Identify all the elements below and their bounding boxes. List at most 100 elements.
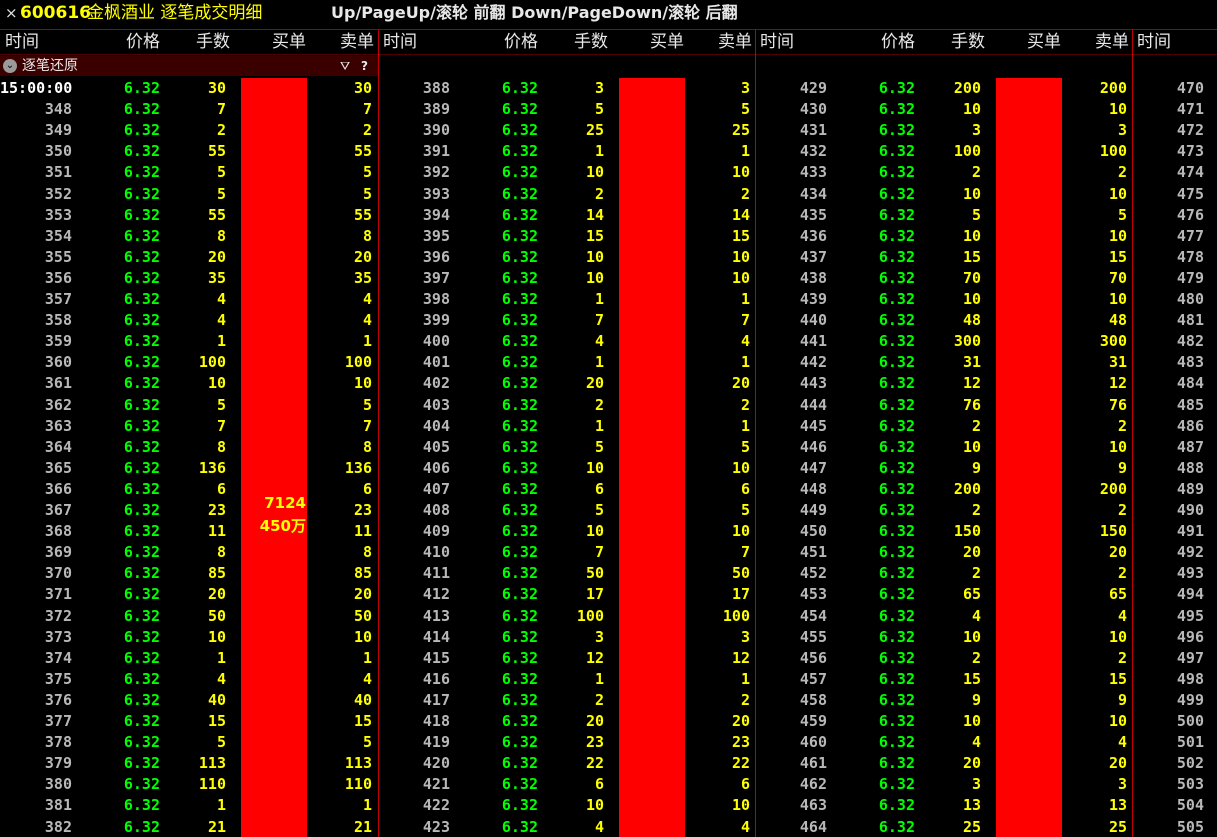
- tick-sell: 5: [740, 437, 750, 456]
- tick-price: 6.32: [123, 290, 160, 308]
- tick-price: 6.32: [501, 79, 538, 97]
- tick-time: 454: [799, 606, 827, 625]
- tick-volume: 20: [585, 712, 604, 730]
- tick-time: 402: [422, 374, 450, 393]
- tick-sell: 5: [740, 501, 750, 519]
- tick-price: 6.32: [501, 311, 538, 330]
- tick-price: 6.32: [501, 226, 538, 245]
- tick-price: 6.32: [123, 648, 160, 667]
- header-sell[interactable]: 卖单: [1065, 30, 1129, 54]
- header-buy[interactable]: 买单: [240, 30, 306, 54]
- tick-time: 474: [1176, 163, 1204, 182]
- tick-time: 488: [1176, 458, 1204, 477]
- tick-time: 421: [422, 775, 450, 794]
- tick-volume: 10: [962, 226, 981, 245]
- tick-sell: 100: [722, 606, 750, 625]
- tick-volume: 70: [962, 268, 981, 287]
- tick-sell: 21: [353, 817, 372, 836]
- header-price[interactable]: 价格: [478, 30, 538, 54]
- tick-sell: 4: [740, 817, 750, 836]
- tick-time: 457: [799, 669, 827, 688]
- tick-sell: 136: [344, 458, 372, 477]
- tick-volume: 20: [207, 585, 226, 604]
- tick-price: 6.32: [878, 754, 915, 773]
- restore-toggle-label[interactable]: 逐笔还原: [22, 56, 78, 76]
- tick-volume: 23: [207, 501, 226, 519]
- tick-time: 413: [422, 606, 450, 625]
- header-time[interactable]: 时间: [760, 30, 820, 54]
- header-time[interactable]: 时间: [1137, 30, 1197, 54]
- tick-volume: 8: [216, 543, 226, 562]
- tick-time: 350: [44, 142, 72, 161]
- chevron-down-icon[interactable]: ⌄: [3, 59, 17, 73]
- tick-price: 6.32: [501, 817, 538, 836]
- tick-price: 6.32: [878, 775, 915, 794]
- tick-volume: 1: [216, 648, 226, 667]
- tick-price: 6.32: [501, 627, 538, 646]
- tick-volume: 76: [962, 395, 981, 414]
- tick-volume: 113: [198, 754, 226, 773]
- tick-price: 6.32: [878, 648, 915, 667]
- tick-sell: 76: [1108, 395, 1127, 414]
- tick-price: 6.32: [123, 395, 160, 414]
- header-price[interactable]: 价格: [100, 30, 160, 54]
- tick-sell: 10: [731, 247, 750, 266]
- tick-volume: 5: [594, 100, 604, 119]
- tick-time: 495: [1176, 606, 1204, 625]
- tick-volume: 5: [216, 184, 226, 203]
- header-time[interactable]: 时间: [383, 30, 443, 54]
- tick-sell: 9: [1117, 458, 1127, 477]
- header-buy[interactable]: 买单: [618, 30, 684, 54]
- header-time[interactable]: 时间: [5, 30, 65, 54]
- tick-volume: 10: [585, 163, 604, 182]
- tick-price: 6.32: [123, 796, 160, 815]
- tick-price: 6.32: [878, 184, 915, 203]
- tick-time: 439: [799, 290, 827, 308]
- tick-price: 6.32: [878, 501, 915, 519]
- tick-price: 6.32: [501, 754, 538, 773]
- close-icon[interactable]: ×: [5, 0, 18, 26]
- tick-sell: 2: [740, 690, 750, 709]
- tick-price: 6.32: [501, 479, 538, 498]
- tick-price: 6.32: [123, 712, 160, 730]
- tick-volume: 15: [207, 712, 226, 730]
- filter-icon[interactable]: ⛛: [340, 56, 350, 76]
- tick-time: 391: [422, 142, 450, 161]
- tick-sell: 11: [353, 522, 372, 541]
- tick-price: 6.32: [123, 690, 160, 709]
- tick-time: 442: [799, 353, 827, 372]
- tick-volume: 8: [216, 437, 226, 456]
- tick-time: 453: [799, 585, 827, 604]
- tick-price: 6.32: [501, 121, 538, 140]
- tick-time: 371: [44, 585, 72, 604]
- tick-volume: 2: [971, 416, 981, 435]
- tick-price: 6.32: [878, 817, 915, 836]
- tick-price: 6.32: [123, 817, 160, 836]
- tick-sell: 31: [1108, 353, 1127, 372]
- header-volume[interactable]: 手数: [170, 30, 230, 54]
- tick-volume: 5: [971, 205, 981, 224]
- tick-time: 389: [422, 100, 450, 119]
- tick-time: 480: [1176, 290, 1204, 308]
- tick-volume: 2: [594, 184, 604, 203]
- header-sell[interactable]: 卖单: [688, 30, 752, 54]
- tick-time: 441: [799, 332, 827, 351]
- help-icon[interactable]: ?: [361, 56, 368, 76]
- tick-time: 392: [422, 163, 450, 182]
- tick-sell: 23: [731, 733, 750, 752]
- tick-sell: 10: [731, 522, 750, 541]
- header-volume[interactable]: 手数: [925, 30, 985, 54]
- header-buy[interactable]: 买单: [995, 30, 1061, 54]
- tick-volume: 9: [971, 690, 981, 709]
- tick-price: 6.32: [878, 733, 915, 752]
- tick-volume: 65: [962, 585, 981, 604]
- tick-sell: 1: [740, 353, 750, 372]
- tick-time: 487: [1176, 437, 1204, 456]
- tick-price: 6.32: [501, 353, 538, 372]
- tick-sell: 2: [1117, 501, 1127, 519]
- header-price[interactable]: 价格: [855, 30, 915, 54]
- header-volume[interactable]: 手数: [548, 30, 608, 54]
- header-sell[interactable]: 卖单: [310, 30, 374, 54]
- tick-time: 362: [44, 395, 72, 414]
- tick-price: 6.32: [123, 458, 160, 477]
